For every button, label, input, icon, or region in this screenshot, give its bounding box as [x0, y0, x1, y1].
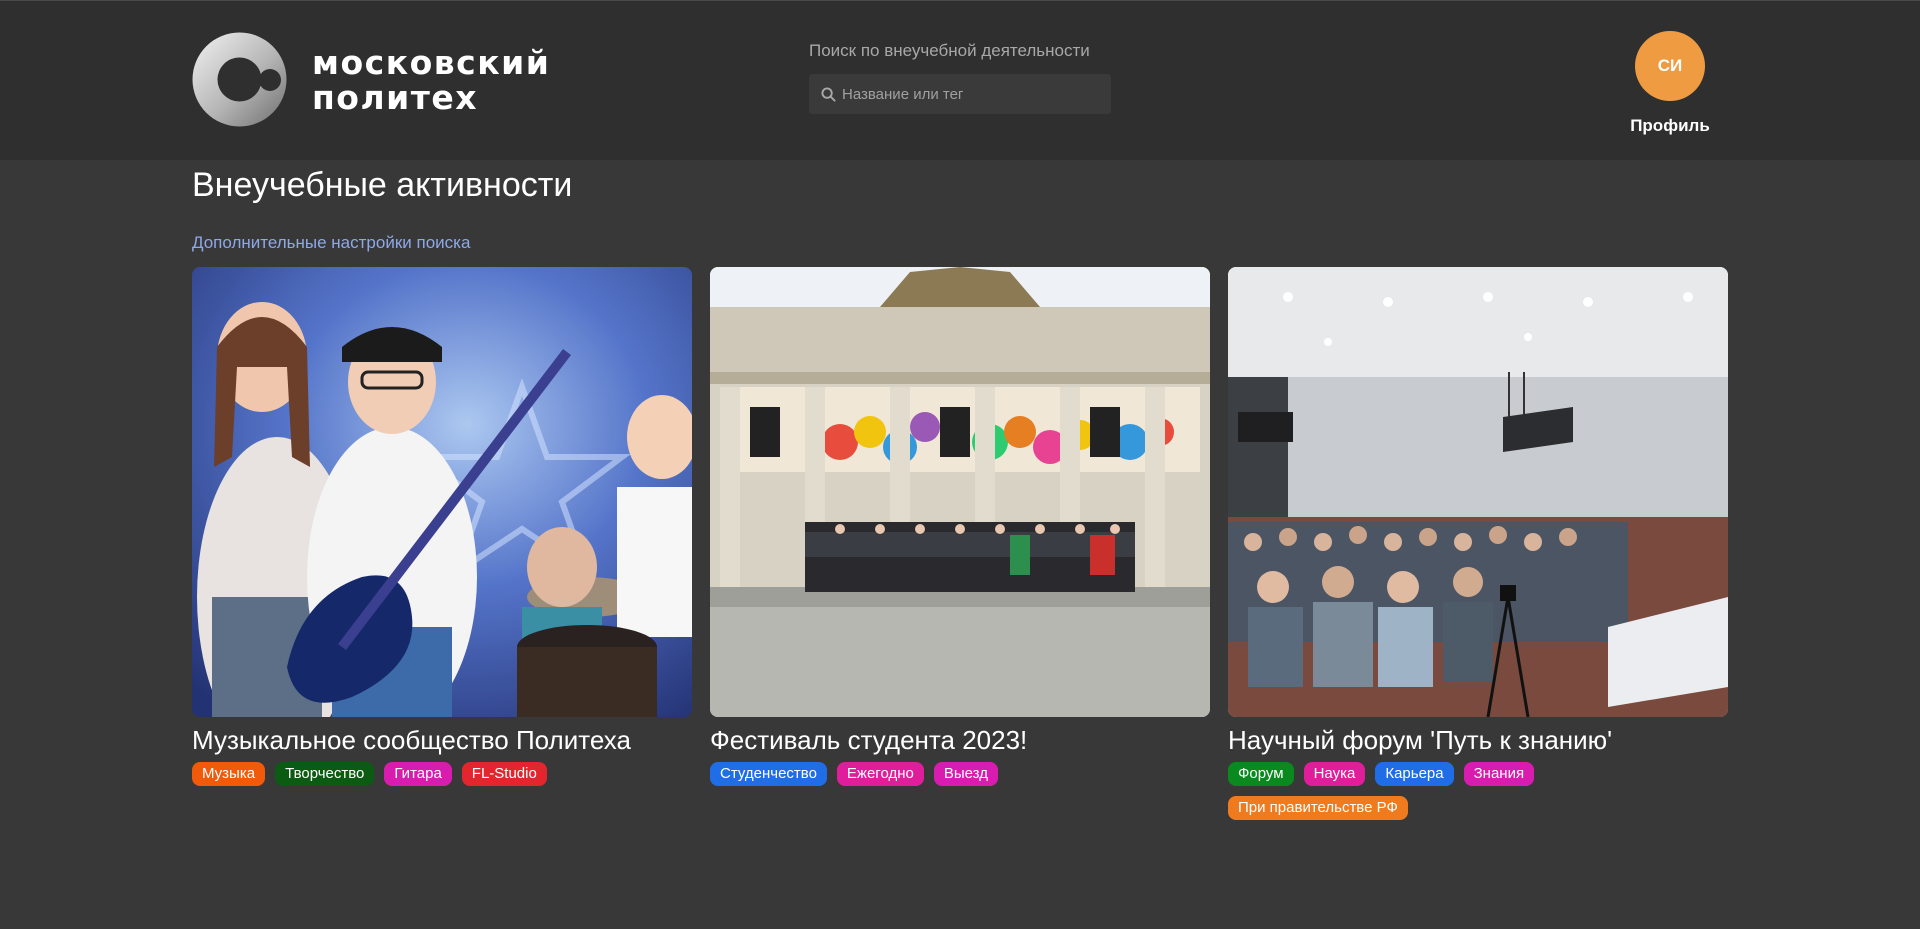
- page-title: Внеучебные активности: [192, 166, 573, 204]
- card-image-forum[interactable]: [1228, 267, 1728, 717]
- card-image-festival[interactable]: [710, 267, 1210, 717]
- polytech-logo[interactable]: московский политех: [192, 32, 550, 127]
- card-title[interactable]: Научный форум 'Путь к знанию': [1228, 725, 1728, 756]
- search-title: Поиск по внеучебной деятельности: [809, 41, 1090, 60]
- logo-line-1: московский: [312, 42, 551, 82]
- tag-list: Форум Наука Карьера Знания При правитель…: [1228, 762, 1728, 830]
- search-box[interactable]: [809, 74, 1111, 114]
- activity-card-festival[interactable]: Фестиваль студента 2023! Студенчество Еж…: [710, 267, 1210, 796]
- tag-chip[interactable]: Гитара: [384, 762, 452, 786]
- profile-label[interactable]: Профиль: [1630, 116, 1710, 136]
- search-input[interactable]: [842, 85, 1102, 103]
- tag-chip[interactable]: Музыка: [192, 762, 266, 786]
- card-title[interactable]: Фестиваль студента 2023!: [710, 725, 1210, 756]
- activity-card-forum[interactable]: Научный форум 'Путь к знанию' Форум Наук…: [1228, 267, 1728, 830]
- tag-chip[interactable]: Творчество: [275, 762, 375, 786]
- tag-chip[interactable]: Наука: [1303, 762, 1366, 786]
- tag-chip[interactable]: Студенчество: [710, 762, 827, 786]
- search-icon: [821, 86, 836, 102]
- tag-chip[interactable]: FL-Studio: [461, 762, 547, 786]
- tag-chip[interactable]: Карьера: [1375, 762, 1454, 786]
- tag-list: Музыка Творчество Гитара FL-Studio: [192, 762, 692, 796]
- profile-button[interactable]: СИ Профиль: [1630, 31, 1710, 136]
- tag-chip[interactable]: При правительстве РФ: [1228, 796, 1408, 820]
- tag-chip[interactable]: Ежегодно: [836, 762, 924, 786]
- card-title[interactable]: Музыкальное сообщество Политеха: [192, 725, 692, 756]
- logo-ring-icon: [192, 32, 287, 127]
- logo-line-2: политех: [312, 77, 479, 117]
- tag-chip[interactable]: Знания: [1463, 762, 1535, 786]
- tag-list: Студенчество Ежегодно Выезд: [710, 762, 1210, 796]
- avatar[interactable]: СИ: [1635, 31, 1705, 101]
- search-block: Поиск по внеучебной деятельности: [809, 41, 1111, 114]
- advanced-search-link[interactable]: Дополнительные настройки поиска: [192, 233, 470, 253]
- activity-card-music[interactable]: Музыкальное сообщество Политеха Музыка Т…: [192, 267, 692, 796]
- tag-chip[interactable]: Форум: [1228, 762, 1294, 786]
- logo-wordmark: московский политех: [312, 45, 550, 115]
- card-image-music[interactable]: [192, 267, 692, 717]
- tag-chip[interactable]: Выезд: [933, 762, 998, 786]
- site-header: московский политех Поиск по внеучебной д…: [0, 0, 1920, 160]
